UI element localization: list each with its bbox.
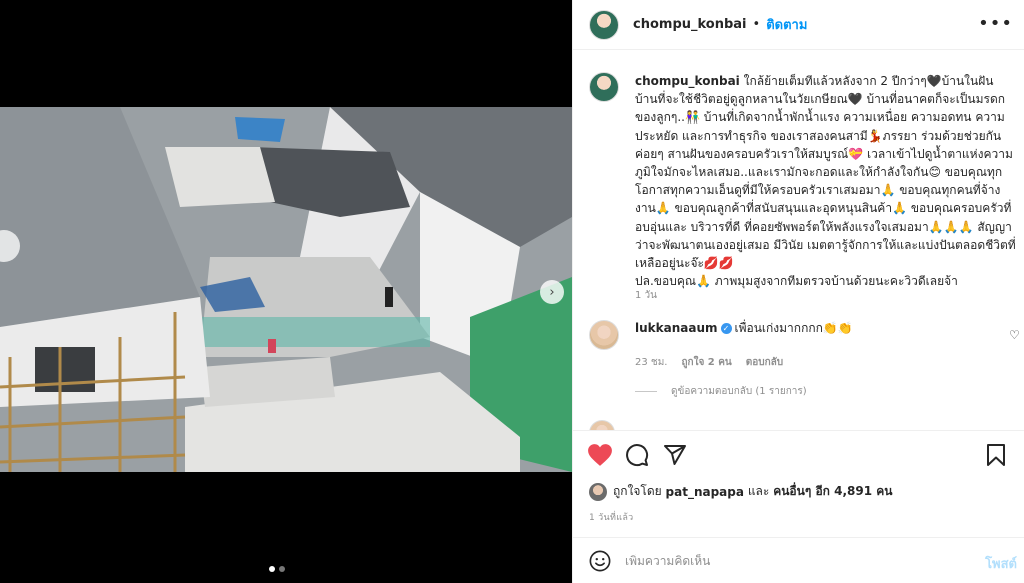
view-replies-button[interactable]: ดูข้อความตอบกลับ (1 รายการ) [635, 384, 807, 399]
comment-text: เพื่อนเก่งมากกกก👏👏 [734, 321, 853, 335]
carousel-indicator [269, 566, 285, 572]
post-header: chompu_konbai • ติดตาม ••• [573, 0, 1024, 50]
caption-username[interactable]: chompu_konbai [635, 74, 740, 88]
comment-age: 23 ชม. [635, 357, 668, 368]
likes-prefix: ถูกใจโดย [613, 484, 662, 498]
comments-section[interactable]: chompu_konbai ใกล้ย้ายเต็มทีแล้วหลังจาก … [573, 62, 1024, 430]
post-sidebar: chompu_konbai • ติดตาม ••• chompu_konbai… [572, 0, 1024, 583]
caption-timestamp: 1 วัน [635, 290, 657, 301]
comment-input[interactable] [625, 553, 955, 568]
header-separator: • [752, 17, 761, 32]
share-icon[interactable] [663, 443, 687, 467]
emoji-icon[interactable] [589, 550, 611, 572]
view-replies-label: ดูข้อความตอบกลับ (1 รายการ) [671, 386, 807, 397]
action-bar [573, 430, 1024, 478]
commenter-avatar[interactable] [589, 420, 615, 430]
comment-item-partial [589, 420, 1019, 430]
likes-count[interactable]: คนอื่นๆ อีก 4,891 คน [773, 482, 892, 501]
likes-summary: ถูกใจโดย pat_napapa และ คนอื่นๆ อีก 4,89… [589, 482, 892, 501]
comment-icon[interactable] [625, 443, 649, 467]
commenter-username[interactable]: lukkanaaum [635, 321, 718, 335]
author-avatar[interactable] [589, 9, 619, 40]
caption-body: ใกล้ย้ายเต็มทีแล้วหลังจาก 2 ปีกว่าๆ🖤บ้าน… [635, 74, 1016, 289]
comment-item: lukkanaaum ✓ เพื่อนเก่งมากกกก👏👏 23 ชม. ถูก… [589, 320, 1020, 368]
next-button[interactable]: › [540, 280, 564, 304]
post-timestamp: 1 วันที่แล้ว [589, 513, 634, 523]
comment-likes[interactable]: ถูกใจ 2 คน [681, 355, 731, 370]
caption-avatar[interactable] [589, 72, 619, 102]
heart-filled-icon[interactable] [587, 443, 613, 467]
carousel-dot-1 [269, 566, 275, 572]
replies-divider [635, 391, 657, 392]
comment-like-icon[interactable]: ♡ [1009, 328, 1020, 342]
liker-avatar[interactable] [589, 482, 607, 501]
bookmark-icon[interactable] [985, 443, 1007, 467]
comment-meta: 23 ชม. ถูกใจ 2 คน ตอบกลับ [635, 355, 783, 370]
verified-badge-icon: ✓ [720, 323, 732, 334]
author-username[interactable]: chompu_konbai [633, 17, 747, 32]
post-comment-button[interactable]: โพสต์ [985, 553, 1017, 574]
post-photo[interactable] [0, 107, 572, 472]
liker-username[interactable]: pat_napapa [666, 485, 744, 499]
caption-text: chompu_konbai ใกล้ย้ายเต็มทีแล้วหลังจาก … [635, 72, 1017, 290]
comment-body: lukkanaaum ✓ เพื่อนเก่งมากกกก👏👏 [635, 320, 853, 350]
media-area: › [0, 0, 572, 583]
likes-and: และ [747, 484, 770, 498]
comment-composer: โพสต์ [573, 537, 1024, 583]
reply-button[interactable]: ตอบกลับ [746, 355, 783, 370]
more-options-icon[interactable]: ••• [978, 13, 1013, 34]
chevron-right-icon: › [549, 284, 555, 300]
carousel-dot-2 [279, 566, 285, 572]
instagram-post: › chompu_konbai • ติดตาม ••• chompu_konb… [0, 0, 1024, 583]
follow-button[interactable]: ติดตาม [766, 14, 807, 35]
caption: chompu_konbai ใกล้ย้ายเต็มทีแล้วหลังจาก … [589, 72, 1019, 290]
commenter-avatar[interactable] [589, 320, 619, 350]
